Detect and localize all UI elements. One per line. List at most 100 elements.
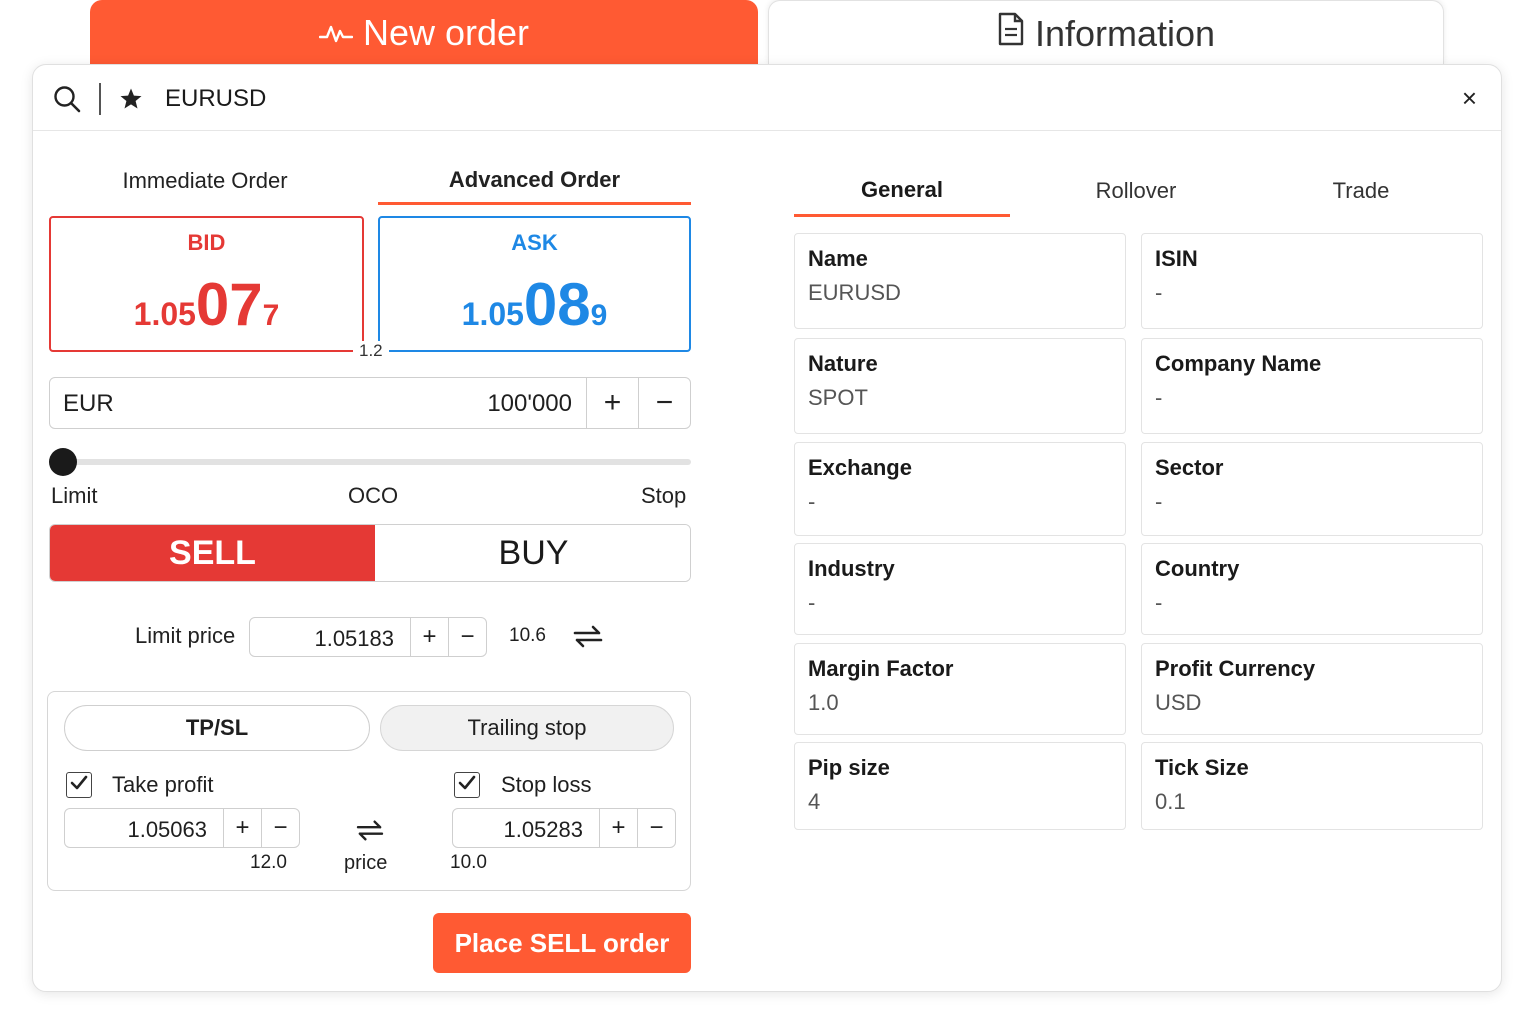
amount-value[interactable]: 100'000 bbox=[487, 390, 572, 418]
stop-loss-increase-button[interactable]: + bbox=[599, 809, 637, 847]
take-profit-pips: 12.0 bbox=[250, 852, 287, 873]
order-type-slider-handle[interactable] bbox=[49, 448, 77, 476]
take-profit-value[interactable]: 1.05063 bbox=[127, 817, 207, 843]
limit-price-value[interactable]: 1.05183 bbox=[314, 626, 394, 652]
info-card-value: - bbox=[1155, 590, 1163, 615]
tab-tpsl[interactable]: TP/SL bbox=[64, 705, 370, 751]
tab-trade[interactable]: Trade bbox=[1253, 165, 1469, 217]
amount-decrease-button[interactable]: − bbox=[638, 378, 690, 428]
order-type-slider-track[interactable] bbox=[59, 459, 691, 465]
info-card-title: Name bbox=[808, 246, 868, 271]
take-profit-field[interactable]: 1.05063 + − bbox=[64, 808, 300, 848]
tab-advanced-order[interactable]: Advanced Order bbox=[378, 157, 691, 205]
info-card-nature: Nature SPOT bbox=[794, 338, 1126, 434]
info-card-title: Company Name bbox=[1155, 351, 1322, 376]
info-card-value: EURUSD bbox=[808, 280, 901, 305]
info-card-title: Country bbox=[1155, 556, 1240, 581]
ask-price-prefix: 1.05 bbox=[461, 296, 524, 332]
close-icon[interactable]: × bbox=[1462, 85, 1477, 111]
info-card-value: - bbox=[1155, 489, 1163, 514]
info-card-title: ISIN bbox=[1155, 246, 1198, 271]
amount-currency: EUR bbox=[63, 390, 114, 417]
stop-loss-checkbox[interactable] bbox=[454, 772, 480, 798]
info-card-value: 1.0 bbox=[808, 690, 839, 715]
stop-loss-decrease-button[interactable]: − bbox=[637, 809, 675, 847]
swap-arrows-icon[interactable] bbox=[571, 623, 605, 654]
tab-immediate-order[interactable]: Immediate Order bbox=[49, 157, 361, 205]
amount-field[interactable]: EUR 100'000 + − bbox=[49, 377, 691, 429]
info-card-value: 4 bbox=[808, 789, 821, 814]
tab-information[interactable]: Information bbox=[768, 0, 1444, 66]
tab-new-order[interactable]: New order bbox=[90, 0, 758, 66]
tab-rollover[interactable]: Rollover bbox=[1028, 165, 1244, 217]
slider-label-stop[interactable]: Stop bbox=[641, 483, 686, 509]
tab-trailing-stop[interactable]: Trailing stop bbox=[380, 705, 674, 751]
info-card-margin-factor: Margin Factor 1.0 bbox=[794, 643, 1126, 735]
take-profit-checkbox[interactable] bbox=[66, 772, 92, 798]
search-divider bbox=[99, 83, 101, 115]
info-card-pip-size: Pip size 4 bbox=[794, 742, 1126, 830]
info-card-value: - bbox=[808, 590, 816, 615]
info-card-value: - bbox=[808, 489, 816, 514]
bid-price-prefix: 1.05 bbox=[133, 296, 196, 332]
price-mode-label[interactable]: price bbox=[344, 852, 387, 875]
bid-label: BID bbox=[187, 230, 226, 255]
star-icon[interactable] bbox=[119, 87, 143, 116]
take-profit-decrease-button[interactable]: − bbox=[261, 809, 299, 847]
symbol-search-bar: EURUSD × bbox=[33, 65, 1501, 131]
tab-general[interactable]: General bbox=[794, 165, 1010, 217]
limit-price-label: Limit price bbox=[135, 623, 236, 648]
buy-button[interactable]: BUY bbox=[375, 525, 690, 581]
ask-price: 1.05089 bbox=[380, 270, 689, 339]
tab-advanced-order-label: Advanced Order bbox=[448, 166, 621, 192]
amount-increase-button[interactable]: + bbox=[586, 378, 638, 428]
take-profit-increase-button[interactable]: + bbox=[223, 809, 261, 847]
limit-price-decrease-button[interactable]: − bbox=[448, 618, 486, 656]
symbol-name[interactable]: EURUSD bbox=[165, 85, 266, 113]
side-toggle: SELL BUY bbox=[49, 524, 691, 582]
info-card-country: Country - bbox=[1141, 543, 1483, 635]
activity-icon bbox=[318, 12, 354, 54]
bid-price: 1.05077 bbox=[51, 270, 362, 339]
info-card-company-name: Company Name - bbox=[1141, 338, 1483, 434]
limit-price-increase-button[interactable]: + bbox=[410, 618, 448, 656]
info-card-title: Exchange bbox=[808, 455, 912, 480]
info-card-value: SPOT bbox=[808, 385, 868, 410]
info-card-tick-size: Tick Size 0.1 bbox=[1141, 742, 1483, 830]
bid-quote[interactable]: BID 1.05077 bbox=[49, 216, 364, 352]
ask-quote[interactable]: ASK 1.05089 bbox=[378, 216, 691, 352]
order-panel: EURUSD × Immediate Order Advanced Order … bbox=[32, 64, 1502, 992]
search-icon[interactable] bbox=[53, 85, 81, 118]
swap-arrows-icon[interactable] bbox=[354, 818, 386, 847]
info-card-industry: Industry - bbox=[794, 543, 1126, 635]
tpsl-section: TP/SL Trailing stop Take profit Stop los… bbox=[47, 691, 691, 891]
slider-label-limit[interactable]: Limit bbox=[51, 483, 97, 509]
stop-loss-value[interactable]: 1.05283 bbox=[503, 817, 583, 843]
take-profit-label: Take profit bbox=[112, 772, 214, 797]
check-icon bbox=[458, 774, 476, 797]
tab-information-label: Information bbox=[1034, 12, 1216, 54]
document-icon bbox=[997, 12, 1025, 55]
tab-immediate-order-label: Immediate Order bbox=[122, 168, 288, 193]
stop-loss-field[interactable]: 1.05283 + − bbox=[452, 808, 676, 848]
info-card-title: Sector bbox=[1155, 455, 1224, 480]
stop-loss-label: Stop loss bbox=[501, 772, 592, 797]
place-order-button[interactable]: Place SELL order bbox=[433, 913, 691, 973]
limit-price-pips: 10.6 bbox=[509, 625, 546, 646]
info-card-exchange: Exchange - bbox=[794, 442, 1126, 536]
info-card-sector: Sector - bbox=[1141, 442, 1483, 536]
info-card-value: - bbox=[1155, 385, 1163, 410]
info-card-title: Tick Size bbox=[1155, 755, 1249, 780]
ask-price-pips: 08 bbox=[523, 271, 591, 338]
stop-loss-pips: 10.0 bbox=[450, 852, 487, 873]
info-card-title: Pip size bbox=[808, 755, 890, 780]
sell-button[interactable]: SELL bbox=[50, 525, 375, 581]
tab-new-order-label: New order bbox=[362, 12, 530, 53]
limit-price-field[interactable]: 1.05183 + − bbox=[249, 617, 487, 657]
bid-price-fraction: 7 bbox=[262, 299, 280, 332]
info-card-title: Industry bbox=[808, 556, 895, 581]
info-card-name: Name EURUSD bbox=[794, 233, 1126, 329]
slider-label-oco[interactable]: OCO bbox=[348, 483, 398, 509]
info-card-value: - bbox=[1155, 280, 1163, 305]
info-card-value: USD bbox=[1155, 690, 1202, 715]
